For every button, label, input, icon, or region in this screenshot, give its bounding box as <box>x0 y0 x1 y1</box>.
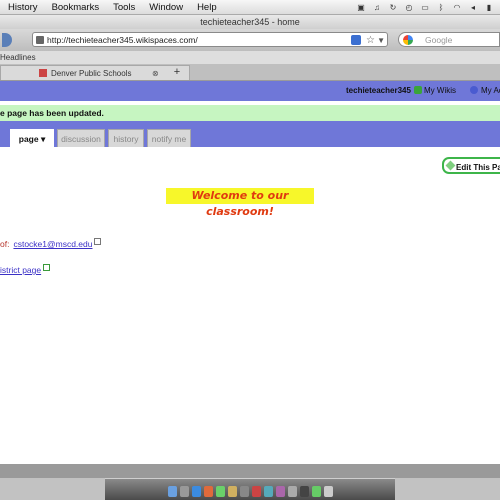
tab-history[interactable]: history <box>108 129 144 147</box>
dashboard-icon[interactable] <box>179 486 189 497</box>
email-link[interactable]: cstocke1@mscd.edu <box>13 239 92 249</box>
wiki-link-icon <box>43 264 51 271</box>
wifi-icon[interactable]: ◠ <box>452 3 462 12</box>
mac-menubar: History Bookmarks Tools Window Help ▣ ♫ … <box>0 0 500 15</box>
wiki-header: techieteacher345 My Wikis My Ac <box>0 81 500 101</box>
safari-icon[interactable] <box>191 486 201 497</box>
battery-icon[interactable]: ▮ <box>484 3 494 12</box>
account-icon <box>470 86 478 94</box>
page-content: techieteacher345 My Wikis My Ac e page h… <box>0 81 500 464</box>
wikis-icon <box>414 86 422 94</box>
external-link-icon <box>94 238 102 245</box>
contact-prefix: of: <box>0 239 10 249</box>
bookmarks-bar: Headlines <box>0 51 500 65</box>
ichat-icon[interactable] <box>215 486 225 497</box>
window-title: techieteacher345 - home <box>0 15 500 29</box>
preferences-icon[interactable] <box>287 486 297 497</box>
tab-page[interactable]: page ▾ <box>10 129 54 147</box>
district-link-line: istrict page <box>0 264 51 275</box>
browser-status-bar <box>0 464 500 478</box>
itunes-icon[interactable] <box>275 486 285 497</box>
firefox-icon[interactable] <box>203 486 213 497</box>
bookmark-star-icon[interactable]: ☆ <box>366 33 375 48</box>
update-notice: e page has been updated. <box>0 105 500 121</box>
finder-icon[interactable] <box>167 486 177 497</box>
welcome-heading: Welcome to our classroom! <box>166 188 314 218</box>
bluetooth-icon[interactable]: ᛒ <box>436 3 446 12</box>
my-wikis-label: My Wikis <box>424 86 456 95</box>
menu-tools[interactable]: Tools <box>113 2 135 13</box>
menu-help[interactable]: Help <box>197 2 217 13</box>
terminal-icon[interactable] <box>299 486 309 497</box>
addressbook-icon[interactable] <box>239 486 249 497</box>
display-icon[interactable]: ▭ <box>420 3 430 12</box>
status-icons: ▣ ♫ ↻ ◴ ▭ ᛒ ◠ ◂ ▮ <box>356 3 500 12</box>
mac-dock <box>105 478 395 500</box>
pencil-icon <box>445 160 456 171</box>
url-dropdown-icon[interactable]: ▼ <box>377 33 385 48</box>
tab-denver-public-schools[interactable]: Denver Public Schools ⊗ <box>0 65 190 80</box>
iphoto-icon[interactable] <box>263 486 273 497</box>
search-placeholder: Google <box>425 35 453 45</box>
forward-button[interactable] <box>2 33 12 47</box>
music-icon[interactable]: ♫ <box>372 3 382 12</box>
google-icon <box>403 35 413 45</box>
menu-bookmarks[interactable]: Bookmarks <box>52 2 100 13</box>
trash-icon[interactable] <box>323 486 333 497</box>
tab-favicon-icon <box>39 69 47 77</box>
url-bar[interactable]: http://techieteacher345.wikispaces.com/ … <box>32 32 388 47</box>
tab-close-icon[interactable]: ⊗ <box>152 66 159 81</box>
browser-toolbar: http://techieteacher345.wikispaces.com/ … <box>0 29 500 51</box>
edit-page-button[interactable]: Edit This Pa <box>442 157 500 174</box>
camera-icon[interactable]: ▣ <box>356 3 366 12</box>
my-account-link[interactable]: My Ac <box>470 86 500 95</box>
menu-window[interactable]: Window <box>149 2 183 13</box>
tab-notify-me[interactable]: notify me <box>147 129 191 147</box>
tab-discussion[interactable]: discussion <box>57 129 105 147</box>
username-link[interactable]: techieteacher345 <box>346 86 411 95</box>
favicon-icon <box>36 36 44 44</box>
my-wikis-link[interactable]: My Wikis <box>414 86 456 95</box>
volume-icon[interactable]: ◂ <box>468 3 478 12</box>
district-page-link[interactable]: istrict page <box>0 265 41 275</box>
clock-icon[interactable]: ◴ <box>404 3 414 12</box>
edit-button-label: Edit This Pa <box>456 163 500 172</box>
browser-tabs: Denver Public Schools ⊗ + <box>0 64 500 81</box>
ical-icon[interactable] <box>251 486 261 497</box>
bookmark-headlines[interactable]: Headlines <box>0 53 36 62</box>
my-account-label: My Ac <box>481 86 500 95</box>
contact-line: of: cstocke1@mscd.edu <box>0 238 102 249</box>
wiki-tab-bar: page ▾ discussion history notify me <box>0 121 500 147</box>
app-icon[interactable] <box>311 486 321 497</box>
tab-label: Denver Public Schools <box>51 69 132 78</box>
sync-icon[interactable]: ↻ <box>388 3 398 12</box>
new-tab-button[interactable]: + <box>167 65 187 79</box>
url-text: http://techieteacher345.wikispaces.com/ <box>47 35 198 45</box>
rss-icon[interactable] <box>351 35 361 45</box>
search-field[interactable]: Google <box>398 32 500 47</box>
menu-history[interactable]: History <box>8 2 38 13</box>
mail-icon[interactable] <box>227 486 237 497</box>
